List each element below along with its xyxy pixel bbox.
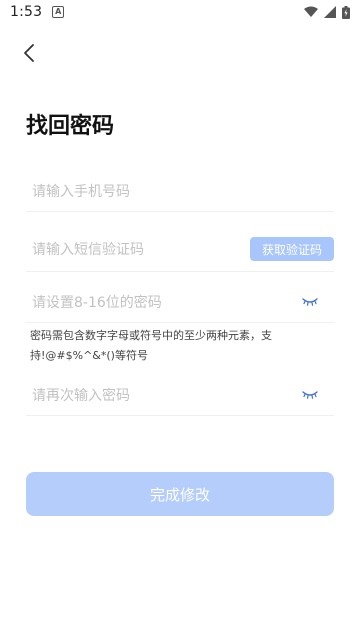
notification-a-icon: A [52,6,65,18]
battery-icon [342,5,350,19]
password-field [26,283,334,323]
sms-code-field: 获取验证码 [26,228,334,272]
eye-closed-icon[interactable] [302,389,318,401]
status-bar: 1:53 A [0,0,360,24]
sms-code-input[interactable] [26,228,266,271]
signal-icon [324,6,336,18]
chevron-left-icon [24,44,34,62]
confirm-password-field [26,376,334,416]
phone-field [26,172,334,212]
wifi-icon [304,6,318,17]
password-hint: 密码需包含数字字母或符号中的至少两种元素，支持!@#$%^&*()等符号 [30,329,272,362]
back-button[interactable] [16,40,42,66]
phone-input[interactable] [26,172,266,211]
confirm-password-input[interactable] [26,376,266,415]
page-title: 找回密码 [26,114,115,139]
status-icons [304,5,350,19]
password-input[interactable] [26,283,266,322]
status-time: 1:53 [10,4,43,20]
eye-closed-icon[interactable] [302,296,318,308]
submit-button[interactable]: 完成修改 [26,472,334,516]
get-code-button[interactable]: 获取验证码 [250,237,334,261]
